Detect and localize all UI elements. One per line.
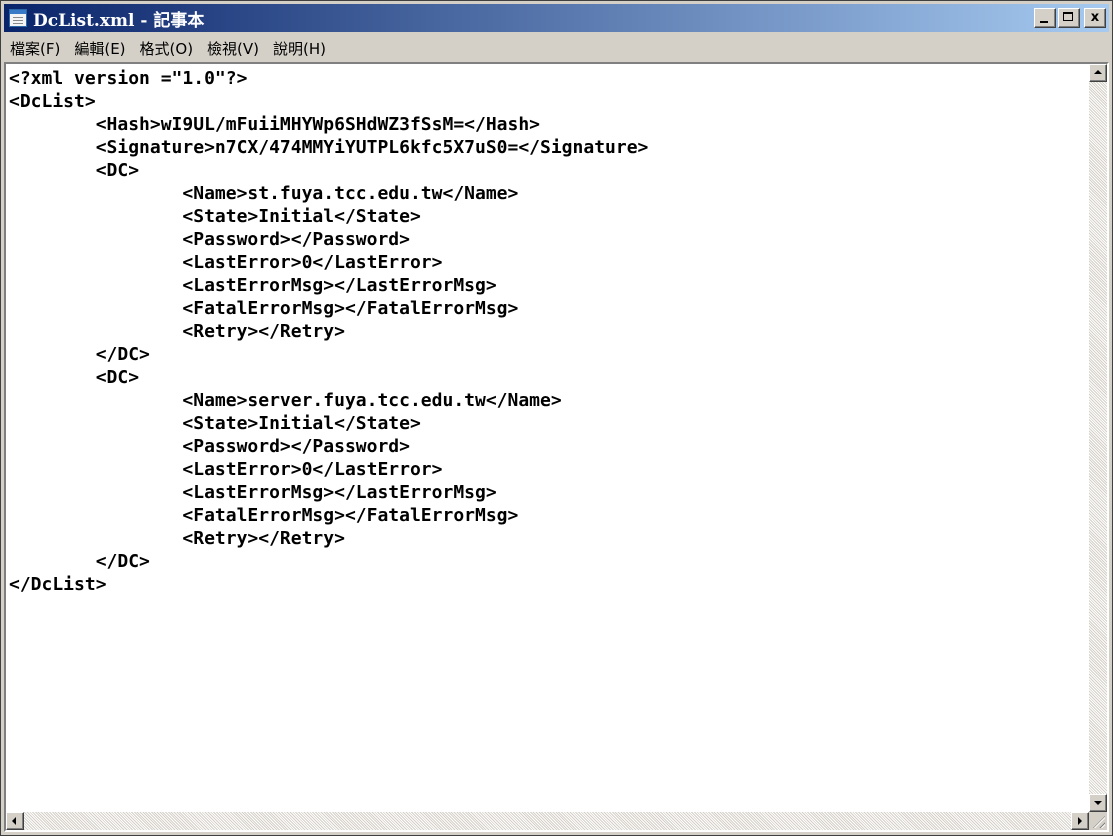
document-text[interactable]: <?xml version ="1.0"?> <DcList> <Hash>wI9… bbox=[6, 64, 1089, 812]
arrow-right-icon bbox=[1078, 817, 1082, 825]
title-bar[interactable]: DcList.xml - 記事本 x bbox=[4, 4, 1109, 32]
text-line: <?xml version ="1.0"?> bbox=[9, 68, 248, 89]
text-line: <Name>st.fuya.tcc.edu.tw</Name> bbox=[9, 183, 519, 204]
horizontal-scrollbar[interactable] bbox=[6, 812, 1089, 830]
notepad-icon[interactable] bbox=[9, 9, 27, 27]
minimize-button[interactable] bbox=[1034, 8, 1056, 28]
text-line: <LastErrorMsg></LastErrorMsg> bbox=[9, 482, 497, 503]
window-title: DcList.xml - 記事本 bbox=[33, 10, 205, 31]
text-line: <FatalErrorMsg></FatalErrorMsg> bbox=[9, 505, 519, 526]
arrow-left-icon bbox=[12, 817, 16, 825]
text-line: <State>Initial</State> bbox=[9, 413, 421, 434]
text-line: </DC> bbox=[9, 344, 150, 365]
text-line: <Name>server.fuya.tcc.edu.tw</Name> bbox=[9, 390, 562, 411]
scroll-left-button[interactable] bbox=[6, 812, 24, 830]
text-line: <Password></Password> bbox=[9, 436, 410, 457]
vertical-scrollbar[interactable] bbox=[1089, 64, 1107, 812]
text-line: <LastErrorMsg></LastErrorMsg> bbox=[9, 275, 497, 296]
text-line: <LastError>0</LastError> bbox=[9, 459, 443, 480]
text-line: <Hash>wI9UL/mFuiiMHYWp6SHdWZ3fSsM=</Hash… bbox=[9, 114, 541, 135]
arrow-down-icon bbox=[1094, 801, 1102, 805]
size-grip[interactable] bbox=[1089, 812, 1107, 830]
menu-file[interactable]: 檔案(F) bbox=[4, 38, 68, 59]
text-line: <DC> bbox=[9, 160, 140, 181]
text-line: <DcList> bbox=[9, 91, 96, 112]
text-line: <State>Initial</State> bbox=[9, 206, 421, 227]
arrow-up-icon bbox=[1094, 70, 1102, 74]
menu-bar: 檔案(F) 編輯(E) 格式(O) 檢視(V) 說明(H) bbox=[4, 35, 1109, 61]
text-line: <Signature>n7CX/474MMYiYUTPL6kfc5X7uS0=<… bbox=[9, 137, 649, 158]
caption-buttons: x bbox=[1032, 8, 1106, 28]
text-editor[interactable]: <?xml version ="1.0"?> <DcList> <Hash>wI9… bbox=[4, 62, 1109, 832]
text-line: </DcList> bbox=[9, 574, 107, 595]
scroll-right-button[interactable] bbox=[1071, 812, 1089, 830]
maximize-button[interactable] bbox=[1058, 8, 1080, 28]
menu-help[interactable]: 說明(H) bbox=[267, 38, 334, 59]
text-line: <Retry></Retry> bbox=[9, 321, 345, 342]
menu-edit[interactable]: 編輯(E) bbox=[68, 38, 133, 59]
notepad-window: DcList.xml - 記事本 x 檔案(F) 編輯(E) 格式(O) 檢視(… bbox=[0, 0, 1113, 836]
close-button[interactable]: x bbox=[1084, 8, 1106, 28]
scroll-up-button[interactable] bbox=[1089, 64, 1107, 82]
text-line: <Retry></Retry> bbox=[9, 528, 345, 549]
text-line: <Password></Password> bbox=[9, 229, 410, 250]
text-line: <LastError>0</LastError> bbox=[9, 252, 443, 273]
text-line: <DC> bbox=[9, 367, 140, 388]
text-line: <FatalErrorMsg></FatalErrorMsg> bbox=[9, 298, 519, 319]
scroll-down-button[interactable] bbox=[1089, 794, 1107, 812]
text-line: </DC> bbox=[9, 551, 150, 572]
menu-format[interactable]: 格式(O) bbox=[134, 38, 202, 59]
menu-view[interactable]: 檢視(V) bbox=[201, 38, 267, 59]
